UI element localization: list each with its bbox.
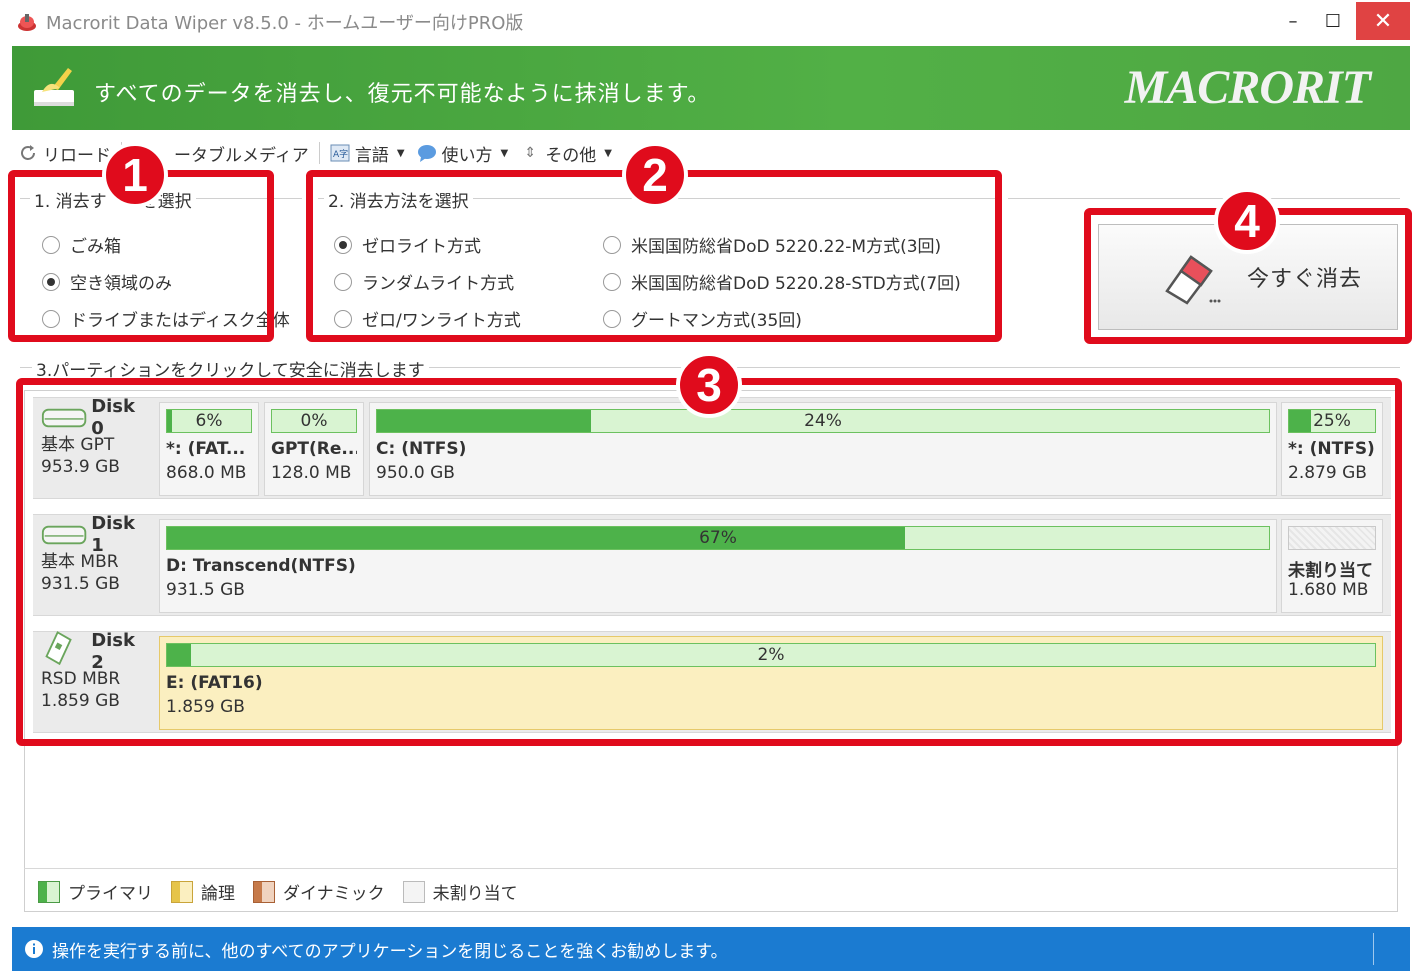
other-menu[interactable]: ⇕ その他 ▼ (514, 138, 618, 168)
close-button[interactable]: ✕ (1356, 2, 1410, 40)
badge-step1: 1 (102, 142, 168, 208)
status-bar: 操作を実行する前に、他のすべてのアプリケーションを閉じることを強くお勧めします。 (12, 927, 1410, 971)
header-banner: すべてのデータを消去し、復元不可能なように抹消します。 MACRORIT (12, 46, 1410, 130)
info-icon (25, 940, 43, 958)
status-divider (1373, 933, 1374, 965)
reload-label: リロード (43, 145, 111, 166)
brand-logo: MACRORIT (1124, 61, 1371, 114)
divider (1008, 198, 1400, 199)
other-label: その他 (545, 145, 597, 166)
legend-label: プライマリ (68, 884, 153, 904)
toolbar-separator (318, 142, 320, 164)
legend-swatch (38, 880, 60, 903)
title-bar: Macrorit Data Wiper v8.5.0 - ホームユーザー向けPR… (0, 0, 1416, 44)
broom-icon (34, 68, 74, 106)
legend-logical: 論理 (171, 879, 235, 904)
language-menu[interactable]: A字 言語 ▼ (324, 138, 411, 168)
window-title: Macrorit Data Wiper v8.5.0 - ホームユーザー向けPR… (46, 13, 524, 34)
howto-label: 使い方 (441, 145, 493, 166)
legend-swatch (253, 880, 275, 903)
legend-label: 未割り当て (432, 884, 518, 904)
badge-step3: 3 (676, 352, 742, 418)
legend-swatch (171, 880, 193, 903)
language-label: 言語 (354, 145, 389, 166)
toolbar: リロード ータブルメディア A字 言語 ▼ 使い方 ▼ ⇕ その他 ▼ (12, 136, 1410, 170)
status-text: 操作を実行する前に、他のすべてのアプリケーションを閉じることを強くお勧めします。 (52, 941, 728, 962)
legend-label: ダイナミック (283, 884, 385, 904)
legend-label: 論理 (201, 884, 235, 904)
highlight-box-step3 (16, 378, 1402, 746)
help-bubble-icon (417, 145, 436, 162)
partition-legend: プライマリ 論理 ダイナミック 未割り当て (24, 868, 1398, 914)
badge-step4: 4 (1214, 188, 1280, 254)
legend-unallocated: 未割り当て (402, 879, 518, 904)
expand-icon: ⇕ (524, 145, 537, 161)
legend-primary: プライマリ (38, 879, 153, 904)
chevron-down-icon: ▼ (500, 147, 509, 159)
legend-swatch (402, 880, 425, 903)
removable-media-label: ータブルメディア (174, 145, 309, 166)
legend-dynamic: ダイナミック (253, 879, 385, 904)
howto-menu[interactable]: 使い方 ▼ (411, 138, 515, 168)
chevron-down-icon: ▼ (604, 147, 612, 159)
svg-text:A字: A字 (333, 148, 348, 160)
badge-step2: 2 (622, 142, 688, 208)
language-icon: A字 (330, 144, 350, 162)
reload-icon (21, 145, 35, 160)
chevron-down-icon: ▼ (396, 147, 405, 159)
reload-button[interactable]: リロード (12, 138, 117, 168)
banner-text: すべてのデータを消去し、復元不可能なように抹消します。 (94, 82, 711, 107)
app-logo-icon (18, 14, 36, 31)
maximize-button[interactable]: ☐ (1308, 2, 1358, 40)
